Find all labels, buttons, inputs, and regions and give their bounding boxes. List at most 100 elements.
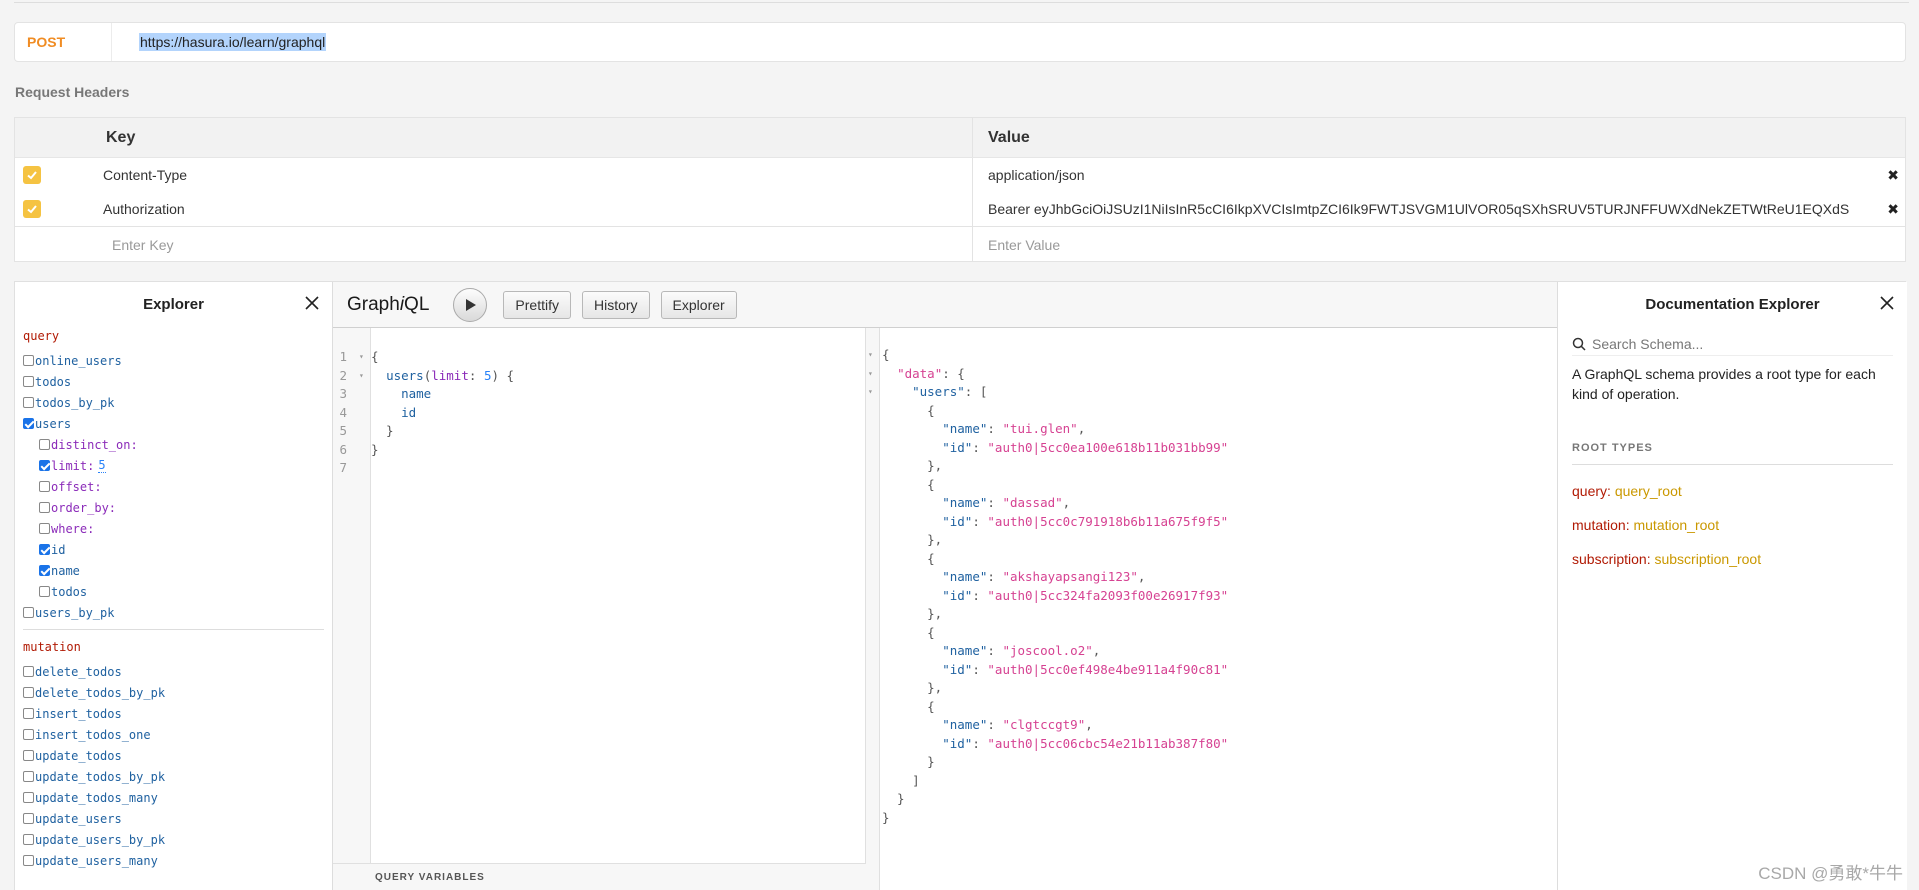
root-type-link[interactable]: query_root [1615, 483, 1682, 499]
check-icon [27, 205, 37, 214]
checkbox[interactable] [39, 460, 50, 471]
checkbox[interactable] [23, 729, 34, 740]
graphiql-panel: GraphiQL Prettify History Explorer 1 ▾{ 2… [333, 282, 1557, 890]
close-icon[interactable] [304, 295, 320, 311]
documentation-explorer: Documentation Explorer Search Schema... … [1557, 282, 1907, 890]
mutation-item[interactable]: update_users_many [23, 850, 332, 871]
checkbox[interactable] [23, 666, 34, 677]
root-type-mutation: mutation: mutation_root [1572, 517, 1720, 533]
field-todos-by-pk[interactable]: todos_by_pk [23, 392, 332, 413]
checkbox[interactable] [39, 502, 50, 513]
header-enabled-checkbox[interactable] [23, 200, 41, 218]
mutation-item[interactable]: insert_todos [23, 703, 332, 724]
mutation-item[interactable]: update_todos [23, 745, 332, 766]
mutation-item[interactable]: delete_todos [23, 661, 332, 682]
delete-header-icon[interactable]: ✖ [1887, 201, 1899, 218]
checkbox[interactable] [39, 523, 50, 534]
header-enabled-checkbox[interactable] [23, 166, 41, 184]
graphiql-main: Explorer query online_users todos todos_… [14, 281, 1907, 890]
query-editor[interactable]: 1 ▾{ 2 ▾ users(limit: 5) { 3 name 4 id 5 }… [333, 328, 866, 890]
arg-where[interactable]: where: [23, 518, 332, 539]
header-value[interactable]: application/json [988, 167, 1085, 183]
section-divider [23, 629, 324, 630]
header-row: Content-Type application/json ✖ [15, 158, 1905, 192]
prettify-button[interactable]: Prettify [503, 290, 571, 319]
query-code[interactable]: 1 ▾{ 2 ▾ users(limit: 5) { 3 name 4 id 5 }… [333, 348, 514, 478]
mutation-item[interactable]: insert_todos_one [23, 724, 332, 745]
mutation-item[interactable]: update_users [23, 808, 332, 829]
checkbox[interactable] [23, 855, 34, 866]
field-users-by-pk[interactable]: users_by_pk [23, 602, 332, 623]
field-online-users[interactable]: online_users [23, 350, 332, 371]
mutation-item[interactable]: delete_todos_by_pk [23, 682, 332, 703]
new-header-row: Enter Key Enter Value [15, 226, 1905, 262]
checkbox[interactable] [39, 439, 50, 450]
header-key[interactable]: Authorization [103, 201, 185, 217]
headers-table-head: Key Value [15, 118, 1905, 158]
checkbox[interactable] [39, 565, 50, 576]
field-users[interactable]: users [23, 413, 332, 434]
checkbox[interactable] [23, 750, 34, 761]
result-json: ▾{▾ "data": {▾ "users": [ { "name": "tui… [868, 347, 1229, 825]
field-todos[interactable]: todos [23, 371, 332, 392]
field-id[interactable]: id [23, 539, 332, 560]
root-type-link[interactable]: subscription_root [1654, 551, 1761, 567]
endpoint-url[interactable]: https://hasura.io/learn/graphql [139, 33, 327, 51]
schema-description: A GraphQL schema provides a root type fo… [1572, 366, 1876, 402]
checkbox[interactable] [23, 418, 34, 429]
checkbox[interactable] [39, 481, 50, 492]
header-row: Authorization Bearer eyJhbGciOiJSUzI1NiI… [15, 192, 1905, 226]
url-bar[interactable]: POST https://hasura.io/learn/graphql [14, 22, 1906, 62]
search-icon [1572, 337, 1586, 351]
request-headers-title: Request Headers [15, 84, 130, 100]
header-key[interactable]: Content-Type [103, 167, 187, 183]
explorer-panel: Explorer query online_users todos todos_… [15, 282, 333, 890]
checkbox[interactable] [23, 397, 34, 408]
checkbox[interactable] [23, 792, 34, 803]
arg-order-by[interactable]: order_by: [23, 497, 332, 518]
check-icon [27, 171, 37, 180]
arg-distinct-on[interactable]: distinct_on: [23, 434, 332, 455]
play-icon [466, 298, 477, 311]
history-button[interactable]: History [581, 290, 650, 319]
checkbox[interactable] [39, 544, 50, 555]
checkbox[interactable] [23, 834, 34, 845]
graphiql-toolbar: GraphiQL Prettify History Explorer [333, 282, 1557, 328]
checkbox[interactable] [39, 586, 50, 597]
checkbox[interactable] [23, 687, 34, 698]
headers-table: Key Value Content-Type application/json … [14, 117, 1906, 262]
checkbox[interactable] [23, 708, 34, 719]
close-icon[interactable] [1879, 295, 1895, 311]
checkbox[interactable] [23, 813, 34, 824]
execute-query-button[interactable] [453, 287, 488, 322]
explorer-toggle-button[interactable]: Explorer [660, 290, 737, 319]
field-name[interactable]: name [23, 560, 332, 581]
root-type-query: query: query_root [1572, 483, 1682, 499]
field-user-todos[interactable]: todos [23, 581, 332, 602]
checkbox[interactable] [23, 376, 34, 387]
header-value[interactable]: Bearer eyJhbGciOiJSUzI1NiIsInR5cCI6IkpXV… [988, 201, 1849, 217]
mutation-item[interactable]: update_todos_many [23, 787, 332, 808]
schema-search[interactable]: Search Schema... [1572, 332, 1893, 356]
result-viewer: ▾{▾ "data": {▾ "users": [ { "name": "tui… [866, 328, 1557, 890]
arg-offset[interactable]: offset: [23, 476, 332, 497]
new-key-input[interactable]: Enter Key [15, 227, 973, 262]
docs-title: Documentation Explorer [1645, 295, 1820, 313]
search-input[interactable]: Search Schema... [1592, 336, 1703, 352]
new-value-input[interactable]: Enter Value [973, 227, 1905, 262]
arg-limit[interactable]: limit: 5 [23, 455, 332, 476]
http-method[interactable]: POST [15, 23, 112, 61]
mutation-item[interactable]: update_users_by_pk [23, 829, 332, 850]
checkbox[interactable] [23, 607, 34, 618]
checkbox[interactable] [23, 355, 34, 366]
mutation-section-label: mutation [23, 640, 81, 654]
checkbox[interactable] [23, 771, 34, 782]
query-variables-bar[interactable]: QUERY VARIABLES [333, 863, 866, 890]
delete-header-icon[interactable]: ✖ [1887, 167, 1899, 184]
limit-value[interactable]: 5 [98, 458, 106, 473]
root-types-label: ROOT TYPES [1572, 442, 1893, 465]
mutation-item[interactable]: update_todos_by_pk [23, 766, 332, 787]
root-type-link[interactable]: mutation_root [1633, 517, 1719, 533]
explorer-tree: query online_users todos todos_by_pk use… [15, 329, 332, 871]
value-column-header: Value [988, 128, 1030, 146]
